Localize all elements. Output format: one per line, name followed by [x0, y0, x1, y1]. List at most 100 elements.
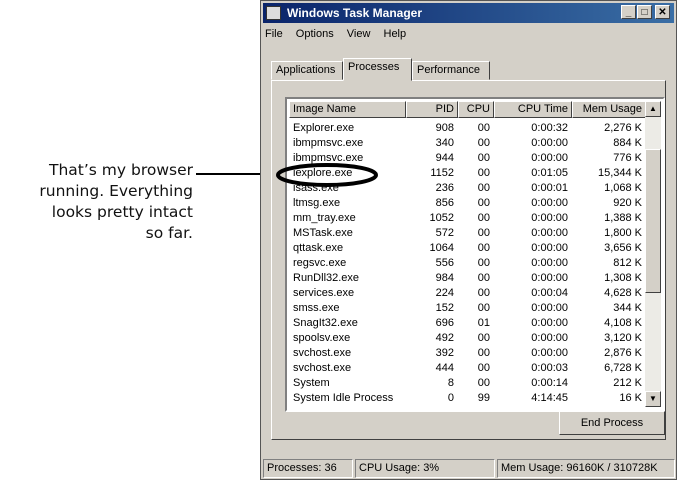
column-header-mem-usage[interactable]: Mem Usage: [572, 101, 646, 118]
cell-image-name: regsvc.exe: [293, 257, 347, 269]
status-mem-usage: Mem Usage: 96160K / 310728K: [497, 459, 675, 478]
cell-mem-usage: 1,800 K: [604, 227, 642, 239]
vertical-scrollbar[interactable]: ▲ ▼: [645, 101, 661, 407]
column-header-image-name[interactable]: Image Name: [289, 101, 406, 118]
table-row[interactable]: System 8 00 0:00:14 212 K: [287, 376, 642, 391]
cell-cpu-time: 0:00:00: [531, 317, 568, 329]
table-row[interactable]: Explorer.exe 908 00 0:00:32 2,276 K: [287, 121, 642, 136]
cell-pid: 1064: [429, 242, 454, 254]
cell-pid: 0: [447, 392, 454, 404]
table-row[interactable]: smss.exe 152 00 0:00:00 344 K: [287, 301, 642, 316]
tab-applications[interactable]: Applications: [271, 61, 343, 80]
cell-cpu: 00: [477, 152, 490, 164]
cell-cpu: 00: [477, 137, 490, 149]
table-row[interactable]: MSTask.exe 572 00 0:00:00 1,800 K: [287, 226, 642, 241]
menu-view[interactable]: View: [347, 28, 371, 40]
cell-mem-usage: 1,308 K: [604, 272, 642, 284]
end-process-button[interactable]: End Process: [559, 411, 665, 435]
cell-pid: 696: [435, 317, 454, 329]
cell-pid: 392: [435, 347, 454, 359]
annotation-line: looks pretty intact: [51, 203, 193, 221]
cell-cpu-time: 0:00:00: [531, 212, 568, 224]
table-row[interactable]: mm_tray.exe 1052 00 0:00:00 1,388 K: [287, 211, 642, 226]
table-row[interactable]: SnagIt32.exe 696 01 0:00:00 4,108 K: [287, 316, 642, 331]
table-row[interactable]: RunDll32.exe 984 00 0:00:00 1,308 K: [287, 271, 642, 286]
cell-mem-usage: 3,656 K: [604, 242, 642, 254]
cell-mem-usage: 812 K: [613, 257, 642, 269]
table-row[interactable]: System Idle Process 0 99 4:14:45 16 K: [287, 391, 642, 406]
table-row[interactable]: ltmsg.exe 856 00 0:00:00 920 K: [287, 196, 642, 211]
cell-cpu: 00: [477, 212, 490, 224]
cell-cpu: 00: [477, 302, 490, 314]
title-bar[interactable]: Windows Task Manager _ □ ✕: [263, 3, 674, 23]
minimize-button[interactable]: _: [621, 5, 636, 19]
scroll-thumb[interactable]: [645, 149, 661, 293]
maximize-button[interactable]: □: [637, 5, 652, 19]
cell-pid: 856: [435, 197, 454, 209]
cell-cpu-time: 0:00:14: [531, 377, 568, 389]
cell-image-name: RunDll32.exe: [293, 272, 360, 284]
cell-mem-usage: 4,108 K: [604, 317, 642, 329]
column-header-cpu[interactable]: CPU: [458, 101, 494, 118]
cell-image-name: ltmsg.exe: [293, 197, 341, 209]
menu-options[interactable]: Options: [296, 28, 334, 40]
task-manager-window: Windows Task Manager _ □ ✕ File Options …: [260, 0, 677, 480]
cell-cpu-time: 0:00:00: [531, 137, 568, 149]
table-row[interactable]: regsvc.exe 556 00 0:00:00 812 K: [287, 256, 642, 271]
cell-cpu-time: 0:00:00: [531, 152, 568, 164]
process-list[interactable]: Image Name PID CPU CPU Time Mem Usage Ex…: [276, 97, 665, 412]
table-row[interactable]: services.exe 224 00 0:00:04 4,628 K: [287, 286, 642, 301]
annotation-text: That’s my browser running. Everything lo…: [0, 160, 193, 244]
cell-cpu: 00: [477, 272, 490, 284]
table-row[interactable]: ibmpmsvc.exe 340 00 0:00:00 884 K: [287, 136, 642, 151]
annotation-line: That’s my browser: [48, 161, 193, 179]
cell-cpu-time: 0:00:01: [531, 182, 568, 194]
cell-pid: 908: [435, 122, 454, 134]
cell-pid: 984: [435, 272, 454, 284]
cell-image-name: ibmpmsvc.exe: [293, 137, 364, 149]
cell-pid: 556: [435, 257, 454, 269]
cell-cpu-time: 0:00:00: [531, 227, 568, 239]
status-processes: Processes: 36: [263, 459, 353, 478]
cell-mem-usage: 15,344 K: [597, 167, 642, 179]
cell-cpu-time: 0:00:00: [531, 272, 568, 284]
scroll-up-arrow-icon[interactable]: ▲: [645, 101, 661, 117]
cell-cpu: 00: [477, 167, 490, 179]
status-bar: Processes: 36 CPU Usage: 3% Mem Usage: 9…: [263, 459, 675, 478]
cell-mem-usage: 776 K: [613, 152, 642, 164]
table-row[interactable]: spoolsv.exe 492 00 0:00:00 3,120 K: [287, 331, 642, 346]
column-header-cpu-time[interactable]: CPU Time: [494, 101, 572, 118]
menu-help[interactable]: Help: [384, 28, 407, 40]
tab-performance[interactable]: Performance: [412, 61, 490, 80]
cell-image-name: SnagIt32.exe: [293, 317, 358, 329]
highlight-ellipse: [276, 163, 378, 187]
table-row[interactable]: qttask.exe 1064 00 0:00:00 3,656 K: [287, 241, 642, 256]
cell-mem-usage: 16 K: [619, 392, 642, 404]
cell-cpu-time: 0:01:05: [531, 167, 568, 179]
cell-cpu: 00: [477, 377, 490, 389]
cell-image-name: qttask.exe: [293, 242, 344, 254]
cell-pid: 492: [435, 332, 454, 344]
cell-cpu: 00: [477, 362, 490, 374]
menu-file[interactable]: File: [265, 28, 283, 40]
column-header-pid[interactable]: PID: [406, 101, 458, 118]
cell-image-name: Explorer.exe: [293, 122, 355, 134]
cell-cpu-time: 0:00:00: [531, 242, 568, 254]
table-row[interactable]: svchost.exe 444 00 0:00:03 6,728 K: [287, 361, 642, 376]
scroll-down-arrow-icon[interactable]: ▼: [645, 391, 661, 407]
tab-processes[interactable]: Processes: [343, 58, 412, 81]
cell-cpu: 00: [477, 287, 490, 299]
table-row[interactable]: svchost.exe 392 00 0:00:00 2,876 K: [287, 346, 642, 361]
cell-image-name: System Idle Process: [293, 392, 394, 404]
cell-mem-usage: 2,876 K: [604, 347, 642, 359]
cell-pid: 572: [435, 227, 454, 239]
cell-pid: 152: [435, 302, 454, 314]
cell-cpu: 00: [477, 242, 490, 254]
cell-mem-usage: 2,276 K: [604, 122, 642, 134]
cell-pid: 8: [447, 377, 454, 389]
cell-pid: 340: [435, 137, 454, 149]
annotation-line: so far.: [145, 224, 193, 242]
close-button[interactable]: ✕: [655, 5, 670, 19]
menu-bar: File Options View Help: [265, 28, 416, 40]
cell-cpu-time: 0:00:04: [531, 287, 568, 299]
